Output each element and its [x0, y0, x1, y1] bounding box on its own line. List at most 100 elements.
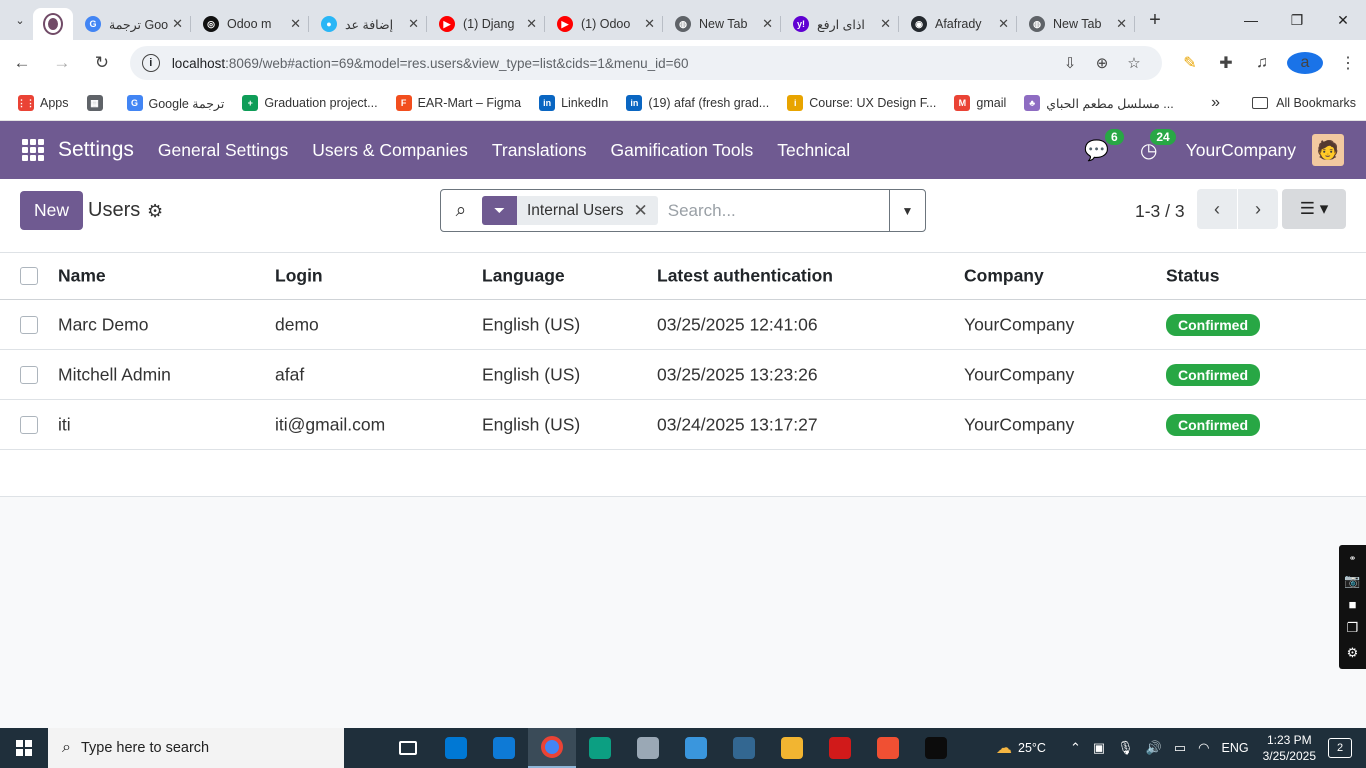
- browser-tab[interactable]: ● إضافة عد ✕: [309, 8, 427, 40]
- menu-technical[interactable]: Technical: [777, 140, 850, 161]
- company-switcher[interactable]: YourCompany: [1186, 140, 1296, 161]
- color-picker-extension-icon[interactable]: ✎: [1172, 53, 1208, 73]
- taskbar-app-visual-studio-installer[interactable]: [480, 728, 528, 768]
- address-bar[interactable]: i localhost:8069/web#action=69&model=res…: [129, 46, 1162, 80]
- taskbar-app-recorder[interactable]: [816, 728, 864, 768]
- back-arrow-icon[interactable]: ←: [4, 45, 40, 81]
- pager-previous-icon[interactable]: ‹: [1197, 189, 1237, 229]
- microphone-icon[interactable]: 🎙: [1117, 740, 1134, 756]
- media-controls-icon[interactable]: ♫: [1244, 54, 1280, 72]
- select-all-checkbox[interactable]: [20, 267, 38, 285]
- bookmark-item[interactable]: + Graduation project...: [242, 95, 378, 111]
- zoom-icon[interactable]: ⊕: [1086, 54, 1118, 72]
- restore-icon[interactable]: ❐: [1274, 0, 1320, 40]
- bookmark-item[interactable]: ♣ مسلسل مطعم الحباي ...: [1024, 95, 1174, 111]
- col-header-login[interactable]: Login: [275, 266, 323, 287]
- table-row[interactable]: Mitchell Admin afaf English (US) 03/25/2…: [0, 350, 1366, 400]
- bookmark-item[interactable]: F EAR-Mart – Figma: [395, 95, 521, 111]
- browser-tab[interactable]: ◍ New Tab ✕: [1017, 8, 1135, 40]
- taskbar-app-file-explorer[interactable]: [768, 728, 816, 768]
- search-options-caret-icon[interactable]: ▼: [889, 190, 925, 231]
- video-camera-icon[interactable]: ■: [1349, 597, 1357, 612]
- activities-button[interactable]: ◷ 24: [1134, 129, 1176, 165]
- taskbar-app-settings-gear[interactable]: [624, 728, 672, 768]
- wifi-icon[interactable]: ◠: [1198, 740, 1209, 756]
- taskbar-app-edge[interactable]: [576, 728, 624, 768]
- remove-facet-icon[interactable]: ✕: [633, 201, 657, 221]
- pager-value[interactable]: 1-3 / 3: [1135, 201, 1185, 222]
- volume-icon[interactable]: 🔊: [1146, 740, 1162, 756]
- close-tab-icon[interactable]: ✕: [1116, 16, 1127, 32]
- close-tab-icon[interactable]: ✕: [880, 16, 891, 32]
- bookmark-item[interactable]: i Course: UX Design F...: [787, 95, 936, 111]
- view-switcher-button[interactable]: ☰ ▾: [1282, 189, 1346, 229]
- windows-icon[interactable]: ❐: [1347, 620, 1359, 636]
- menu-translations[interactable]: Translations: [492, 140, 587, 161]
- row-checkbox[interactable]: [20, 415, 38, 434]
- camera-icon[interactable]: 📷: [1344, 573, 1360, 589]
- start-button[interactable]: [0, 728, 48, 768]
- col-header-status[interactable]: Status: [1166, 266, 1219, 287]
- close-tab-icon[interactable]: ✕: [526, 16, 537, 32]
- close-tab-icon[interactable]: ✕: [172, 16, 183, 32]
- clock[interactable]: 1:23 PM 3/25/2025: [1263, 732, 1316, 764]
- new-tab-button[interactable]: +: [1141, 9, 1169, 32]
- search-icon[interactable]: ⌕: [441, 200, 481, 222]
- settings-gear-icon[interactable]: ⚙: [1347, 645, 1359, 661]
- table-row[interactable]: Marc Demo demo English (US) 03/25/2025 1…: [0, 300, 1366, 350]
- bookmark-item[interactable]: in (19) afaf (fresh grad...: [626, 95, 769, 111]
- battery-icon[interactable]: ▭: [1174, 740, 1186, 756]
- app-menu-grid-icon[interactable]: [22, 139, 44, 161]
- messaging-button[interactable]: 💬 6: [1082, 129, 1124, 165]
- taskbar-app-azure-data[interactable]: [672, 728, 720, 768]
- reload-icon[interactable]: ↻: [84, 45, 120, 81]
- close-tab-icon[interactable]: ✕: [998, 16, 1009, 32]
- taskbar-app-postgres[interactable]: [720, 728, 768, 768]
- browser-tab[interactable]: y! اذاى ارفع ✕: [781, 8, 899, 40]
- close-tab-icon[interactable]: ✕: [408, 16, 419, 32]
- more-bookmarks-chevron-icon[interactable]: »: [1211, 94, 1220, 112]
- minimize-icon[interactable]: —: [1228, 0, 1274, 40]
- bookmark-star-icon[interactable]: ☆: [1118, 54, 1150, 72]
- tab-search-chevron-icon[interactable]: ⌄: [7, 7, 33, 33]
- col-header-latest-auth[interactable]: Latest authentication: [657, 266, 833, 287]
- bookmark-item[interactable]: ▦: [86, 95, 109, 111]
- extensions-puzzle-icon[interactable]: ✚: [1208, 53, 1244, 73]
- url-text[interactable]: localhost:8069/web#action=69&model=res.u…: [172, 56, 1054, 71]
- browser-tab[interactable]: ◎ Odoo m ✕: [191, 8, 309, 40]
- weather-icon[interactable]: ☁: [996, 738, 1012, 758]
- bookmark-item[interactable]: G Google ترجمة: [126, 95, 224, 111]
- app-brand[interactable]: Settings: [58, 138, 134, 162]
- input-language[interactable]: ENG: [1222, 741, 1249, 755]
- search-input[interactable]: [657, 192, 889, 229]
- close-window-icon[interactable]: ✕: [1320, 0, 1366, 40]
- show-hidden-icons-icon[interactable]: ⌃: [1070, 740, 1081, 756]
- pager-next-icon[interactable]: ›: [1238, 189, 1278, 229]
- all-bookmarks-button[interactable]: All Bookmarks: [1252, 96, 1356, 110]
- close-tab-icon[interactable]: ✕: [644, 16, 655, 32]
- bookmark-item[interactable]: in LinkedIn: [539, 95, 608, 111]
- close-tab-icon[interactable]: ✕: [290, 16, 301, 32]
- col-header-company[interactable]: Company: [964, 266, 1044, 287]
- site-info-icon[interactable]: i: [141, 54, 160, 72]
- taskbar-app-terminal[interactable]: [912, 728, 960, 768]
- browser-tab[interactable]: ◍ New Tab ✕: [663, 8, 781, 40]
- close-tab-icon[interactable]: ✕: [762, 16, 773, 32]
- taskbar-app-chrome[interactable]: [528, 728, 576, 768]
- notification-center-button[interactable]: 2: [1328, 738, 1352, 758]
- install-app-icon[interactable]: ⇩: [1054, 54, 1086, 72]
- bookmark-item[interactable]: ⋮⋮ Apps: [17, 95, 69, 111]
- taskbar-app-task-view[interactable]: [384, 728, 432, 768]
- browser-tab[interactable]: ◉ Afafrady ✕: [899, 8, 1017, 40]
- network-adapter-icon[interactable]: ▣: [1093, 740, 1105, 756]
- browser-tab[interactable]: ▶ (1) Odoo ✕: [545, 8, 663, 40]
- menu-general-settings[interactable]: General Settings: [158, 140, 288, 161]
- row-checkbox[interactable]: [20, 315, 38, 334]
- profile-avatar[interactable]: a: [1287, 52, 1323, 74]
- menu-users-companies[interactable]: Users & Companies: [312, 140, 468, 161]
- new-button[interactable]: New: [20, 191, 83, 230]
- link-icon[interactable]: ⚭: [1349, 553, 1357, 564]
- row-checkbox[interactable]: [20, 365, 38, 384]
- browser-tab[interactable]: ▶ (1) Djang ✕: [427, 8, 545, 40]
- bookmark-item[interactable]: Mgmail: [954, 95, 1006, 111]
